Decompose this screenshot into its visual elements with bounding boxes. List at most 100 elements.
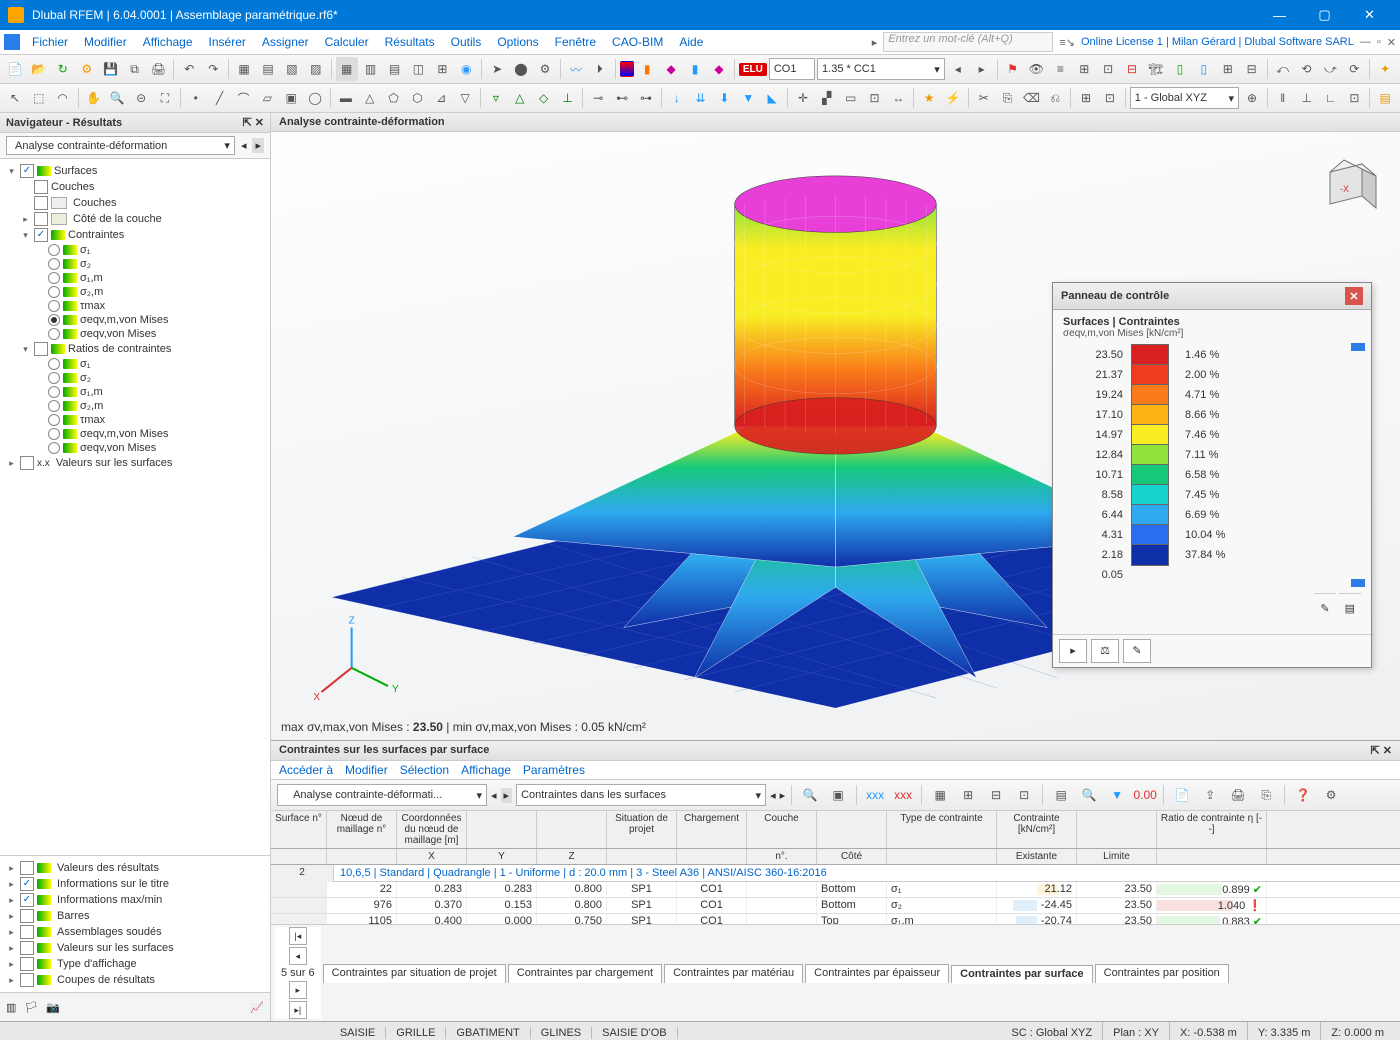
filter-icon[interactable]: ≡ bbox=[1049, 57, 1071, 81]
res-t5-icon[interactable]: ▤ bbox=[1049, 783, 1073, 807]
res-select-icon[interactable]: ▣ bbox=[826, 783, 850, 807]
res-menu-accéder à[interactable]: Accéder à bbox=[279, 763, 333, 777]
results-tab-4[interactable]: Contraintes par surface bbox=[951, 965, 1092, 984]
menu-cao-bim[interactable]: CAO-BIM bbox=[604, 33, 671, 51]
menu-options[interactable]: Options bbox=[489, 33, 546, 51]
res-zoom-icon[interactable]: 🔍 bbox=[798, 783, 822, 807]
redo-icon[interactable]: ↷ bbox=[202, 57, 224, 81]
results-tab-3[interactable]: Contraintes par épaisseur bbox=[805, 964, 949, 983]
tree-stress-1[interactable]: σ₂ bbox=[2, 257, 268, 271]
t-e-icon[interactable]: ▯ bbox=[1169, 57, 1191, 81]
sup1-icon[interactable]: ▿ bbox=[485, 86, 507, 110]
t-a-icon[interactable]: ⊞ bbox=[1073, 57, 1095, 81]
tree-stress-6[interactable]: σeqv,von Mises bbox=[2, 327, 268, 341]
wave-icon[interactable]: 〰 bbox=[565, 57, 587, 81]
xyz-x-icon[interactable]: ⊕ bbox=[1241, 86, 1263, 110]
run-icon[interactable]: ★ bbox=[918, 86, 940, 110]
page-last-icon[interactable]: ▸| bbox=[289, 1001, 307, 1019]
radio[interactable] bbox=[48, 386, 60, 398]
save-all-icon[interactable]: ⧉ bbox=[124, 57, 146, 81]
tree-stress-0[interactable]: σ₁ bbox=[2, 243, 268, 257]
m5-icon[interactable]: ⊿ bbox=[430, 86, 452, 110]
plane-icon[interactable]: ▭ bbox=[840, 86, 862, 110]
res-menu-sélection[interactable]: Sélection bbox=[400, 763, 449, 777]
tool-d-icon[interactable]: ▨ bbox=[305, 57, 327, 81]
radio[interactable] bbox=[48, 442, 60, 454]
radio[interactable] bbox=[48, 272, 60, 284]
res-menu-affichage[interactable]: Affichage bbox=[461, 763, 511, 777]
tree-ratio-3[interactable]: σ₂,m bbox=[2, 399, 268, 413]
curve-icon[interactable]: ⌒ bbox=[233, 86, 255, 110]
res-t3-icon[interactable]: ⊟ bbox=[984, 783, 1008, 807]
grid1-icon[interactable]: ▦ bbox=[336, 57, 358, 81]
nav-results-icon[interactable]: 🏳 bbox=[24, 1001, 38, 1014]
grp1-icon[interactable]: ⊞ bbox=[1075, 86, 1097, 110]
edit1-icon[interactable]: ✂ bbox=[973, 86, 995, 110]
status-btn-saisie d'ob[interactable]: SAISIE D'OB bbox=[592, 1027, 677, 1039]
res-mark-icon[interactable]: xxx bbox=[891, 783, 915, 807]
radio[interactable] bbox=[48, 286, 60, 298]
disp-5[interactable]: ▸ Valeurs sur les surfaces bbox=[2, 940, 268, 956]
nav-close-icon[interactable]: ✕ bbox=[255, 117, 264, 129]
status-btn-saisie[interactable]: SAISIE bbox=[330, 1027, 386, 1039]
mdi-minimize-button[interactable]: — bbox=[1360, 36, 1371, 48]
grid5-icon[interactable]: ⊞ bbox=[431, 57, 453, 81]
nav-prev-icon[interactable]: ◂ bbox=[241, 139, 247, 152]
clr5-icon[interactable]: ◆ bbox=[708, 57, 730, 81]
snap4-icon[interactable]: ⊡ bbox=[1343, 86, 1365, 110]
clr3-icon[interactable]: ◆ bbox=[660, 57, 682, 81]
disp-3[interactable]: ▸ Barres bbox=[2, 908, 268, 924]
menu-calculer[interactable]: Calculer bbox=[317, 33, 377, 51]
disp-0[interactable]: ▸ Valeurs des résultats bbox=[2, 860, 268, 876]
m4-icon[interactable]: ⬡ bbox=[406, 86, 428, 110]
r4-icon[interactable]: ⟳ bbox=[1343, 57, 1365, 81]
hole-icon[interactable]: ◯ bbox=[304, 86, 326, 110]
tree-surfaces[interactable]: ▾ Surfaces bbox=[2, 163, 268, 179]
tree-ratio-4[interactable]: τmax bbox=[2, 413, 268, 427]
tree-ratio-1[interactable]: σ₂ bbox=[2, 371, 268, 385]
nav-pin-icon[interactable]: ⇱ bbox=[243, 117, 252, 129]
radio[interactable] bbox=[48, 400, 60, 412]
layer-icon[interactable]: ▤ bbox=[1374, 86, 1396, 110]
cp-btn3-icon[interactable]: ✎ bbox=[1123, 639, 1151, 663]
grid4-icon[interactable]: ◫ bbox=[407, 57, 429, 81]
control-panel-close-icon[interactable]: ✕ bbox=[1345, 287, 1363, 305]
load-combo-co[interactable]: CO1 bbox=[769, 58, 815, 80]
res-t6-icon[interactable]: 🔍 bbox=[1077, 783, 1101, 807]
radio[interactable] bbox=[48, 414, 60, 426]
res-print2-icon[interactable]: 🖨 bbox=[1226, 783, 1250, 807]
view-cube[interactable]: -X bbox=[1310, 152, 1380, 222]
disp-1[interactable]: ▸ Informations sur le titre bbox=[2, 876, 268, 892]
display-options-list[interactable]: ▸ Valeurs des résultats▸ Informations su… bbox=[0, 855, 270, 992]
checkbox[interactable] bbox=[20, 164, 34, 178]
cp-scale-icon[interactable]: ▤ bbox=[1339, 593, 1361, 624]
ld1-icon[interactable]: ↓ bbox=[666, 86, 688, 110]
r1-icon[interactable]: ⤺ bbox=[1272, 57, 1294, 81]
next-icon[interactable]: ▸ bbox=[971, 57, 993, 81]
status-btn-glines[interactable]: GLINES bbox=[531, 1027, 592, 1039]
res-export-icon[interactable]: ⇪ bbox=[1198, 783, 1222, 807]
frame-icon[interactable]: ⊡ bbox=[864, 86, 886, 110]
edit3-icon[interactable]: ⌫ bbox=[1021, 86, 1043, 110]
clr4-icon[interactable]: ▮ bbox=[684, 57, 706, 81]
line-icon[interactable]: ╱ bbox=[209, 86, 231, 110]
menu-modifier[interactable]: Modifier bbox=[76, 33, 135, 51]
shortcut-icon[interactable]: ≡↘ bbox=[1059, 36, 1075, 49]
mdi-restore-button[interactable]: ▫ bbox=[1377, 36, 1381, 48]
refresh-icon[interactable]: ↻ bbox=[52, 57, 74, 81]
coord-system-combo[interactable]: 1 - Global XYZ▾ bbox=[1130, 87, 1239, 109]
tree-stresses[interactable]: ▾ Contraintes bbox=[2, 227, 268, 243]
nav-views-icon[interactable]: ▥ bbox=[6, 1001, 16, 1014]
snap2-icon[interactable]: ⊥ bbox=[1296, 86, 1318, 110]
menu-fichier[interactable]: Fichier bbox=[24, 33, 76, 51]
eye-icon[interactable]: 👁 bbox=[1025, 57, 1047, 81]
res-prev-icon[interactable]: ◂ bbox=[491, 789, 497, 802]
results-tab-1[interactable]: Contraintes par chargement bbox=[508, 964, 662, 983]
zoom-fit-icon[interactable]: ⛶ bbox=[154, 86, 176, 110]
m2-icon[interactable]: △ bbox=[359, 86, 381, 110]
res-label-icon[interactable]: xxx bbox=[863, 783, 887, 807]
radio[interactable] bbox=[48, 372, 60, 384]
cp-btn1-icon[interactable]: ▸ bbox=[1059, 639, 1087, 663]
ld3-icon[interactable]: ⬇ bbox=[714, 86, 736, 110]
cursor-icon[interactable]: ↖ bbox=[4, 86, 26, 110]
